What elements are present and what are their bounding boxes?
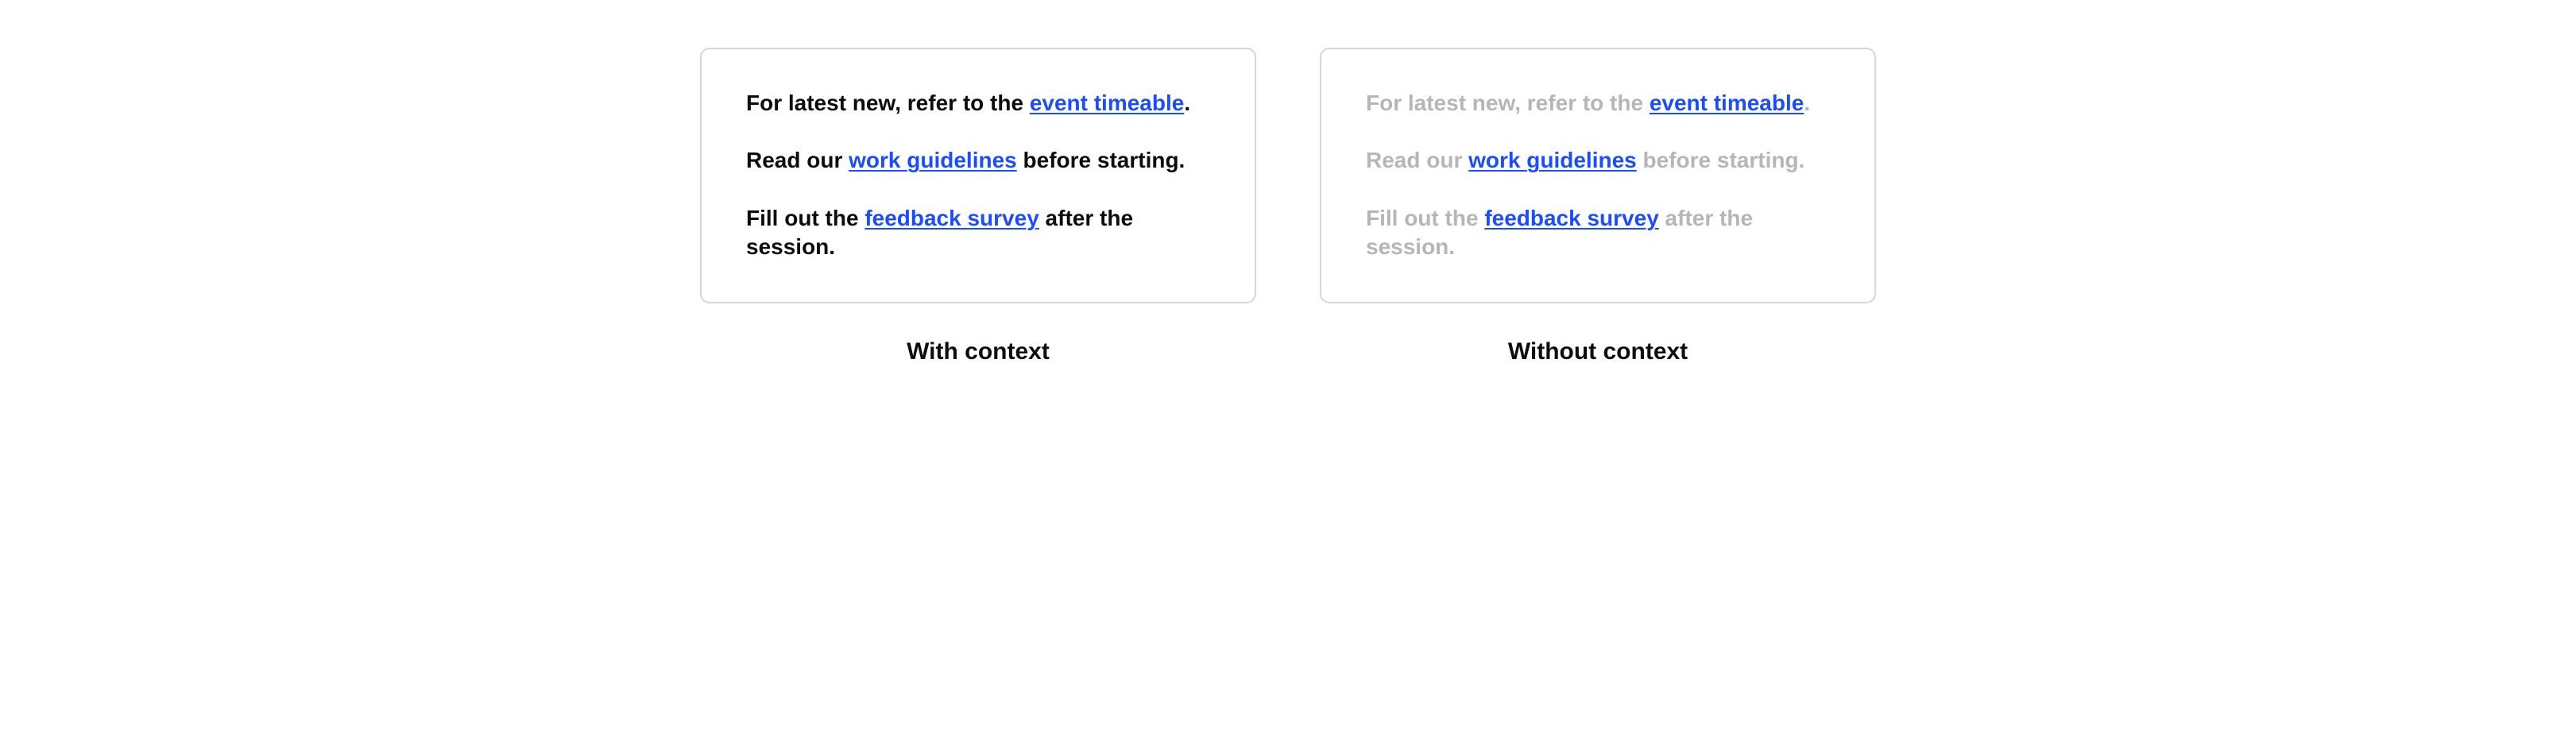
text-line: Fill out the feedback survey after the s… <box>1366 204 1830 262</box>
panel-with-context: For latest new, refer to the event timea… <box>700 48 1256 303</box>
text-line: For latest new, refer to the event timea… <box>1366 89 1830 118</box>
text-line: Read our work guidelines before starting… <box>746 146 1210 175</box>
line-pre-text: Read our <box>1366 148 1468 172</box>
line-post-text: . <box>1184 91 1190 115</box>
text-line: Fill out the feedback survey after the s… <box>746 204 1210 262</box>
link-event-timeable[interactable]: event timeable <box>1030 91 1185 115</box>
line-pre-text: For latest new, refer to the <box>746 91 1030 115</box>
line-post-text: before starting. <box>1017 148 1186 172</box>
example-with-context: For latest new, refer to the event timea… <box>700 48 1256 365</box>
link-feedback-survey[interactable]: feedback survey <box>1484 206 1658 230</box>
link-work-guidelines[interactable]: work guidelines <box>849 148 1017 172</box>
example-without-context: For latest new, refer to the event timea… <box>1320 48 1876 365</box>
link-feedback-survey[interactable]: feedback survey <box>864 206 1039 230</box>
line-post-text: before starting. <box>1637 148 1805 172</box>
caption-without-context: Without context <box>1508 338 1688 365</box>
link-event-timeable[interactable]: event timeable <box>1650 91 1804 115</box>
caption-with-context: With context <box>907 338 1050 365</box>
text-line: Read our work guidelines before starting… <box>1366 146 1830 175</box>
line-pre-text: Fill out the <box>746 206 864 230</box>
panel-without-context: For latest new, refer to the event timea… <box>1320 48 1876 303</box>
line-pre-text: Read our <box>746 148 849 172</box>
line-pre-text: Fill out the <box>1366 206 1484 230</box>
text-line: For latest new, refer to the event timea… <box>746 89 1210 118</box>
line-post-text: . <box>1804 91 1810 115</box>
line-pre-text: For latest new, refer to the <box>1366 91 1650 115</box>
link-work-guidelines[interactable]: work guidelines <box>1468 148 1637 172</box>
